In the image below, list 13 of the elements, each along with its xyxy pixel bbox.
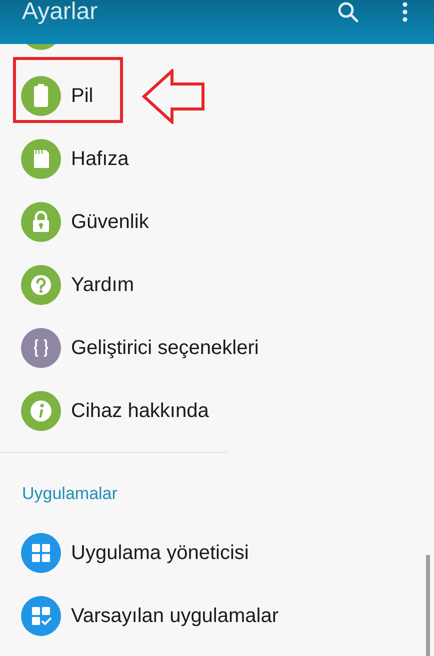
settings-item[interactable]: Geliştirici seçenekleri [0, 316, 434, 379]
screen-title: Ayarlar [22, 0, 98, 24]
settings-item[interactable]: Hafıza [0, 127, 434, 190]
settings-item[interactable]: Uygulama yöneticisi [0, 521, 434, 584]
arrow-drawing [142, 69, 206, 124]
settings-item[interactable]: Güvenlik [0, 190, 434, 253]
search-icon[interactable] [337, 1, 359, 23]
settings-item[interactable]: Yardım [0, 253, 434, 316]
menu-icon[interactable] [402, 2, 408, 22]
settings-item[interactable]: Varsayılan uygulamalar [0, 584, 434, 647]
settings-item[interactable]: Cihaz hakkında [0, 379, 434, 442]
settings-item[interactable]: Pil [0, 64, 434, 127]
section-header: Uygulamalar [22, 484, 118, 503]
